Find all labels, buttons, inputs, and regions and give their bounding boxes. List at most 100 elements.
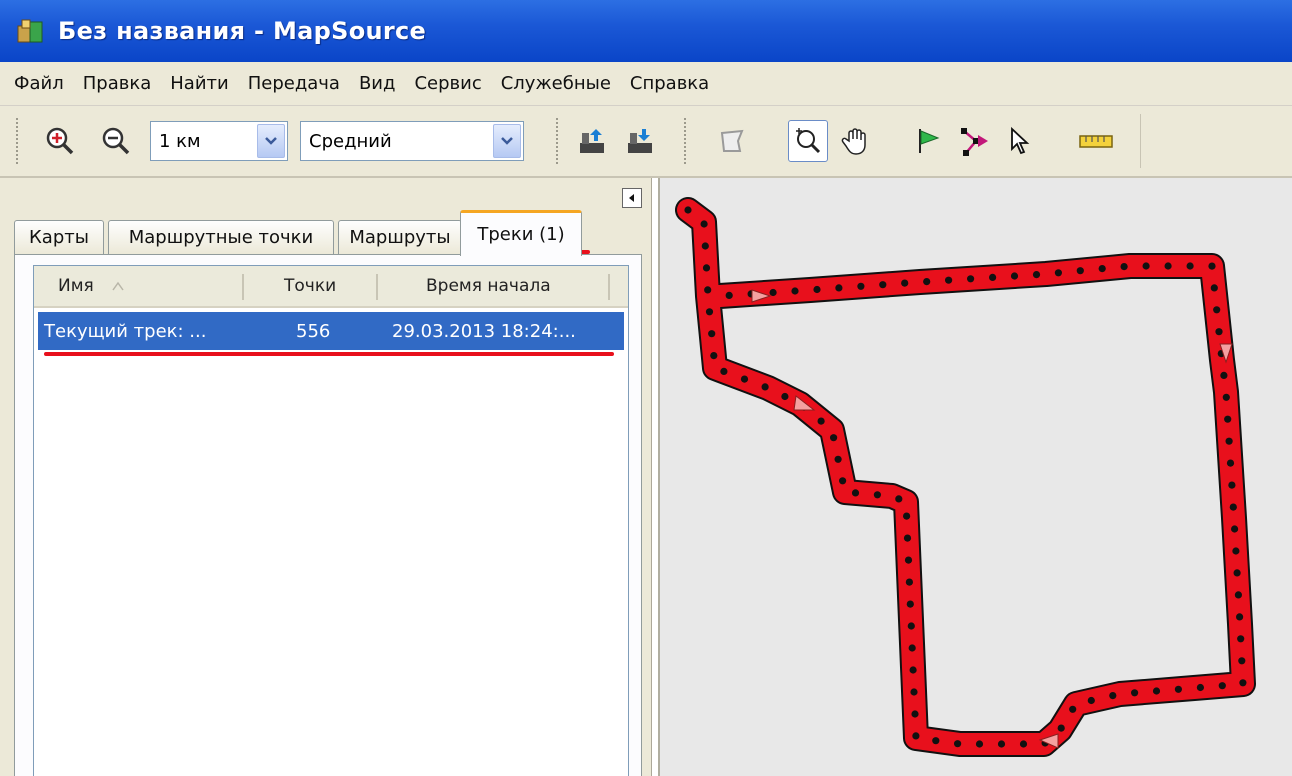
track-point (932, 737, 940, 745)
selection-tool-button[interactable] (1000, 120, 1040, 162)
hand-tool-button[interactable] (836, 120, 876, 162)
tab-label: Маршрутные точки (128, 227, 314, 248)
scale-value: 1 км (159, 130, 201, 152)
tab-label: Маршруты (349, 227, 451, 248)
column-label: Время начала (426, 276, 551, 296)
mapsource-app-icon[interactable] (16, 16, 46, 46)
zoom-tool-icon (796, 128, 821, 154)
column-header-start-time[interactable]: Время начала (426, 266, 586, 306)
chevron-down-icon (501, 137, 513, 145)
detail-level-dropdown-button[interactable] (493, 124, 521, 158)
track-point (710, 352, 718, 360)
menu-file[interactable]: Файл (14, 73, 64, 94)
table-row[interactable]: Текущий трек: ... 556 29.03.2013 18:24:.… (38, 312, 624, 350)
track-point (945, 276, 953, 284)
tab-maps[interactable]: Карты (14, 220, 104, 254)
track-point (967, 275, 975, 283)
menu-view[interactable]: Вид (359, 73, 396, 94)
track-point (1196, 683, 1204, 692)
track-point (1231, 525, 1239, 533)
track-point (1228, 481, 1236, 489)
track-point (835, 284, 843, 292)
track-point (817, 417, 825, 425)
track-point (1131, 689, 1139, 697)
track-point (1109, 692, 1117, 700)
annotation-underline-row (44, 352, 614, 356)
track-point (1236, 613, 1244, 621)
track-point (997, 740, 1006, 748)
track-point (1069, 705, 1077, 713)
track-point (1120, 263, 1128, 271)
track-list[interactable]: Имя Точки Время начала Текущий трек: ...… (33, 265, 629, 776)
data-panel: Карты Маршрутные точки Маршруты Треки (1… (0, 178, 652, 776)
tab-label: Треки (1) (477, 224, 565, 245)
window-title: Без названия - MapSource (58, 17, 427, 45)
column-separator[interactable] (242, 274, 244, 300)
track-point (1213, 306, 1221, 314)
route-tool-icon (961, 128, 988, 156)
track-point (781, 392, 789, 401)
send-to-device-button[interactable] (620, 120, 660, 162)
column-header-points[interactable]: Точки (284, 266, 364, 306)
track-point (704, 286, 712, 294)
track-point (903, 534, 912, 542)
track-point (907, 622, 915, 630)
column-separator[interactable] (608, 274, 610, 300)
distance-tool-button[interactable] (1076, 120, 1116, 162)
tab-label: Карты (29, 227, 89, 248)
track-points-cell: 556 (296, 320, 331, 342)
tab-tracks[interactable]: Треки (1) (460, 210, 582, 256)
map-select-button[interactable] (712, 120, 752, 162)
track-start-time-cell: 29.03.2013 18:24:... (392, 320, 576, 342)
track-point (1226, 459, 1235, 467)
zoom-out-button[interactable] (96, 120, 136, 162)
track-point (1174, 685, 1182, 693)
track-point (1225, 437, 1233, 445)
track-point (1237, 635, 1245, 643)
menu-edit[interactable]: Правка (83, 73, 152, 94)
track-point (740, 375, 749, 383)
track-point (834, 455, 842, 463)
track-canvas (675, 197, 1256, 757)
map-view[interactable] (658, 178, 1292, 776)
toolbar-grip[interactable] (556, 118, 559, 164)
track-point (1232, 547, 1240, 555)
menu-find[interactable]: Найти (170, 73, 228, 94)
scale-dropdown-button[interactable] (257, 124, 285, 158)
receive-from-device-button[interactable] (572, 120, 612, 162)
send-to-device-icon (628, 129, 652, 153)
route-tool-button[interactable] (954, 120, 994, 162)
hand-tool-icon (841, 128, 866, 155)
track-point (1054, 269, 1062, 277)
track-point (761, 383, 769, 391)
chevron-down-icon (265, 137, 277, 145)
toolbar-separator (1140, 114, 1143, 168)
track-point (769, 288, 777, 297)
detail-level-combobox[interactable]: Средний (300, 121, 524, 161)
toolbar-grip[interactable] (16, 118, 19, 164)
column-header-name[interactable]: Имя (58, 266, 238, 306)
track-point (830, 434, 838, 442)
zoom-in-button[interactable] (40, 120, 80, 162)
column-separator[interactable] (376, 274, 378, 300)
track-point (1229, 503, 1237, 511)
waypoint-tool-button[interactable] (908, 120, 948, 162)
track-point (705, 308, 714, 316)
receive-from-device-icon (580, 129, 604, 153)
collapse-panel-button[interactable] (622, 188, 642, 208)
tab-waypoints[interactable]: Маршрутные точки (108, 220, 334, 254)
track-point (1164, 262, 1172, 270)
track-point (1220, 371, 1228, 379)
track-point (839, 477, 847, 485)
menu-utilities[interactable]: Служебные (501, 73, 611, 94)
zoom-tool-button[interactable] (788, 120, 828, 162)
track-point (725, 291, 733, 299)
scale-combobox[interactable]: 1 км (150, 121, 288, 161)
track-point (895, 495, 903, 503)
menu-help[interactable]: Справка (630, 73, 709, 94)
menu-transfer[interactable]: Передача (248, 73, 340, 94)
menu-service[interactable]: Сервис (414, 73, 481, 94)
tab-routes[interactable]: Маршруты (338, 220, 462, 254)
track-point (1152, 687, 1161, 695)
toolbar-grip[interactable] (684, 118, 687, 164)
